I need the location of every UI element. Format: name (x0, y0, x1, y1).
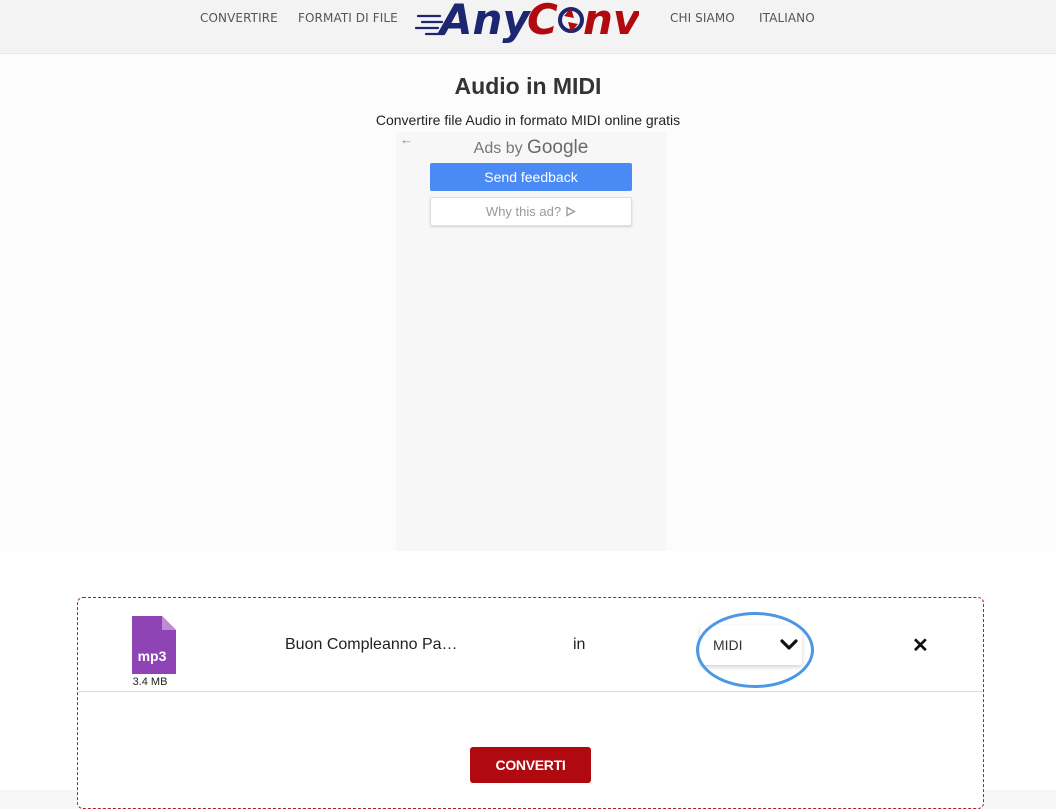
file-size: 3.4 MB (132, 676, 168, 688)
send-feedback-button[interactable]: Send feedback (430, 163, 632, 191)
ad-container: ← Ads by Google Send feedback Why this a… (396, 132, 666, 551)
target-format-select[interactable]: MIDI (700, 625, 802, 665)
anyconv-logo[interactable]: Any C nv (414, 0, 642, 44)
file-type-label: mp3 (138, 648, 167, 664)
in-label: in (573, 636, 586, 653)
row-divider (78, 691, 982, 692)
file-type-icon: mp3 (132, 616, 176, 674)
chevron-down-icon (780, 639, 798, 650)
target-format-value: MIDI (713, 637, 743, 653)
file-name: Buon Compleanno Pa… (285, 636, 458, 653)
anyconv-logo-graphic: Any C nv (414, 0, 642, 44)
page-subtitle: Convertire file Audio in formato MIDI on… (375, 112, 681, 128)
why-this-ad-label: Why this ad? (485, 204, 562, 219)
top-nav-bar: CONVERTIRE FORMATI DI FILE Any C nv CHI … (0, 0, 1056, 54)
convert-button[interactable]: CONVERTI (470, 747, 591, 783)
nav-about-link[interactable]: CHI SIAMO (670, 11, 735, 25)
adchoices-play-icon (566, 206, 576, 217)
why-this-ad-button[interactable]: Why this ad? (430, 197, 632, 226)
logo-nv-text: nv (583, 0, 639, 44)
ads-by-google-label: Ads by Google (396, 137, 666, 159)
nav-file-formats-link[interactable]: FORMATI DI FILE (298, 11, 398, 25)
google-text: Google (527, 137, 589, 158)
nav-converters-link[interactable]: CONVERTIRE (200, 11, 278, 25)
nav-language-link[interactable]: ITALIANO (759, 11, 815, 25)
ads-by-text: Ads by (473, 140, 523, 157)
page-title: Audio in MIDI (454, 73, 602, 99)
logo-refresh-icon (558, 7, 584, 33)
logo-any-text: Any (437, 0, 531, 44)
close-icon[interactable]: ✕ (912, 636, 929, 656)
logo-c-text: C (527, 0, 558, 44)
